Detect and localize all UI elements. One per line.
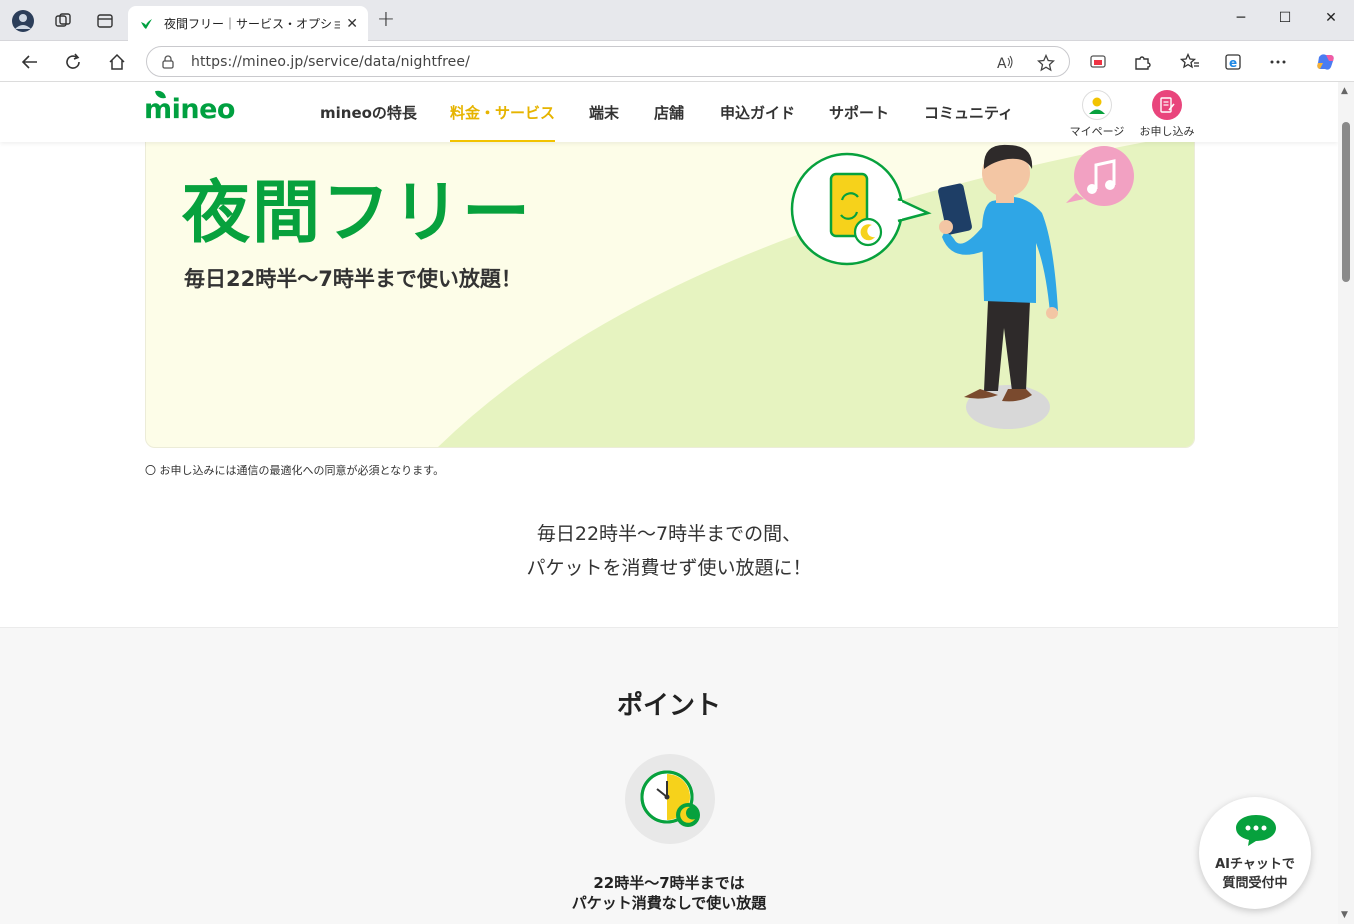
point-1-line-2: パケット消費なしで使い放題 xyxy=(571,894,767,912)
point-1-text: 22時半〜7時半までは パケット消費なしで使い放題 xyxy=(0,873,1338,913)
scroll-up-arrow-icon[interactable]: ▲ xyxy=(1341,86,1348,96)
vertical-tabs-icon[interactable] xyxy=(92,8,118,34)
extensions-icon[interactable] xyxy=(1130,50,1154,74)
nav-shops[interactable]: 店舗 xyxy=(654,102,684,123)
back-button[interactable] xyxy=(16,49,44,75)
scroll-thumb[interactable] xyxy=(1342,122,1350,282)
nav-features[interactable]: mineoの特長 xyxy=(320,102,417,123)
more-options-icon[interactable] xyxy=(1266,50,1290,74)
clock-moon-icon xyxy=(625,754,715,844)
profile-avatar-icon[interactable] xyxy=(10,8,36,34)
tab-active[interactable]: 夜間フリー｜サービス・オプション｜格安 ✕ xyxy=(128,6,368,41)
nav-apply-guide[interactable]: 申込ガイド xyxy=(720,102,795,123)
hero-banner: 夜間フリー 毎日22時半〜7時半まで使い放題！ xyxy=(145,132,1195,448)
address-toolbar: https://mineo.jp/service/data/nightfree/… xyxy=(0,41,1354,82)
points-title: ポイント xyxy=(616,691,721,721)
ai-chat-line-2: 質問受付中 xyxy=(1222,876,1288,891)
lock-icon[interactable] xyxy=(161,54,175,69)
hero-title: 夜間フリー xyxy=(182,174,533,253)
nav-pricing-services[interactable]: 料金・サービス xyxy=(450,102,555,123)
user-icon xyxy=(1082,90,1112,120)
favorites-icon[interactable] xyxy=(1178,50,1202,74)
lead-line-2: パケットを消費せず使い放題に！ xyxy=(526,557,812,579)
mineo-logo[interactable]: mineo xyxy=(144,88,235,125)
browser-tab-bar: 夜間フリー｜サービス・オプション｜格安 ✕ + ─ ☐ ✕ xyxy=(0,0,1354,41)
ai-chat-line-1: AIチャットで xyxy=(1215,857,1295,872)
favorite-star-icon[interactable] xyxy=(1037,47,1055,78)
home-button[interactable] xyxy=(103,49,131,75)
close-window-button[interactable]: ✕ xyxy=(1316,10,1346,26)
url-text[interactable]: https://mineo.jp/service/data/nightfree/ xyxy=(191,54,470,70)
address-bar[interactable]: https://mineo.jp/service/data/nightfree/… xyxy=(146,46,1070,77)
ai-chat-button[interactable]: AIチャットで 質問受付中 xyxy=(1199,797,1311,909)
logo-text: mineo xyxy=(144,94,235,125)
svg-text:A: A xyxy=(997,56,1007,71)
nav-active-underline xyxy=(450,140,555,142)
consent-note: 〇 お申し込みには通信の最適化への同意が必須となります。 xyxy=(145,464,445,477)
workspaces-icon[interactable] xyxy=(50,8,76,34)
refresh-button[interactable] xyxy=(59,49,87,75)
nav-community[interactable]: コミュニティ xyxy=(924,102,1013,123)
nav-devices[interactable]: 端末 xyxy=(589,102,619,123)
maximize-button[interactable]: ☐ xyxy=(1270,10,1300,26)
collections-icon[interactable]: e xyxy=(1222,50,1246,74)
tab-title: 夜間フリー｜サービス・オプション｜格安 xyxy=(164,17,341,31)
new-tab-button[interactable]: + xyxy=(374,9,398,33)
page-scrollbar[interactable]: ▲ ▼ xyxy=(1338,82,1354,924)
copilot-icon[interactable] xyxy=(1314,50,1338,74)
svg-text:e: e xyxy=(1229,56,1237,70)
apply-button[interactable]: お申し込み xyxy=(1137,90,1197,139)
read-aloud-icon[interactable]: A xyxy=(997,47,1015,78)
apply-form-icon xyxy=(1152,90,1182,120)
mypage-button[interactable]: マイページ xyxy=(1067,90,1127,139)
mypage-label: マイページ xyxy=(1069,125,1125,138)
page-viewport: mineo mineoの特長 料金・サービス 端末 店舗 申込ガイド サポート … xyxy=(0,82,1338,924)
browser-essentials-icon[interactable] xyxy=(1086,50,1110,74)
tab-close-icon[interactable]: ✕ xyxy=(346,16,358,32)
chat-bubble-icon xyxy=(1236,815,1276,846)
lead-line-1: 毎日22時半〜7時半までの間、 xyxy=(536,523,802,545)
points-section: ポイント 22時半〜7時半までは パケット消費なしで使い放題 xyxy=(0,627,1338,924)
ai-chat-label: AIチャットで 質問受付中 xyxy=(1199,855,1311,893)
music-note-icon xyxy=(1066,146,1134,206)
mineo-favicon-icon xyxy=(141,18,152,29)
hero-subtitle: 毎日22時半〜7時半まで使い放題！ xyxy=(184,267,522,291)
apply-label: お申し込み xyxy=(1139,125,1195,138)
minimize-button[interactable]: ─ xyxy=(1226,10,1256,26)
site-header: mineo mineoの特長 料金・サービス 端末 店舗 申込ガイド サポート … xyxy=(0,82,1338,142)
point-1-line-1: 22時半〜7時半までは xyxy=(593,874,745,892)
nav-support[interactable]: サポート xyxy=(829,102,889,123)
scroll-down-arrow-icon[interactable]: ▼ xyxy=(1341,910,1348,920)
